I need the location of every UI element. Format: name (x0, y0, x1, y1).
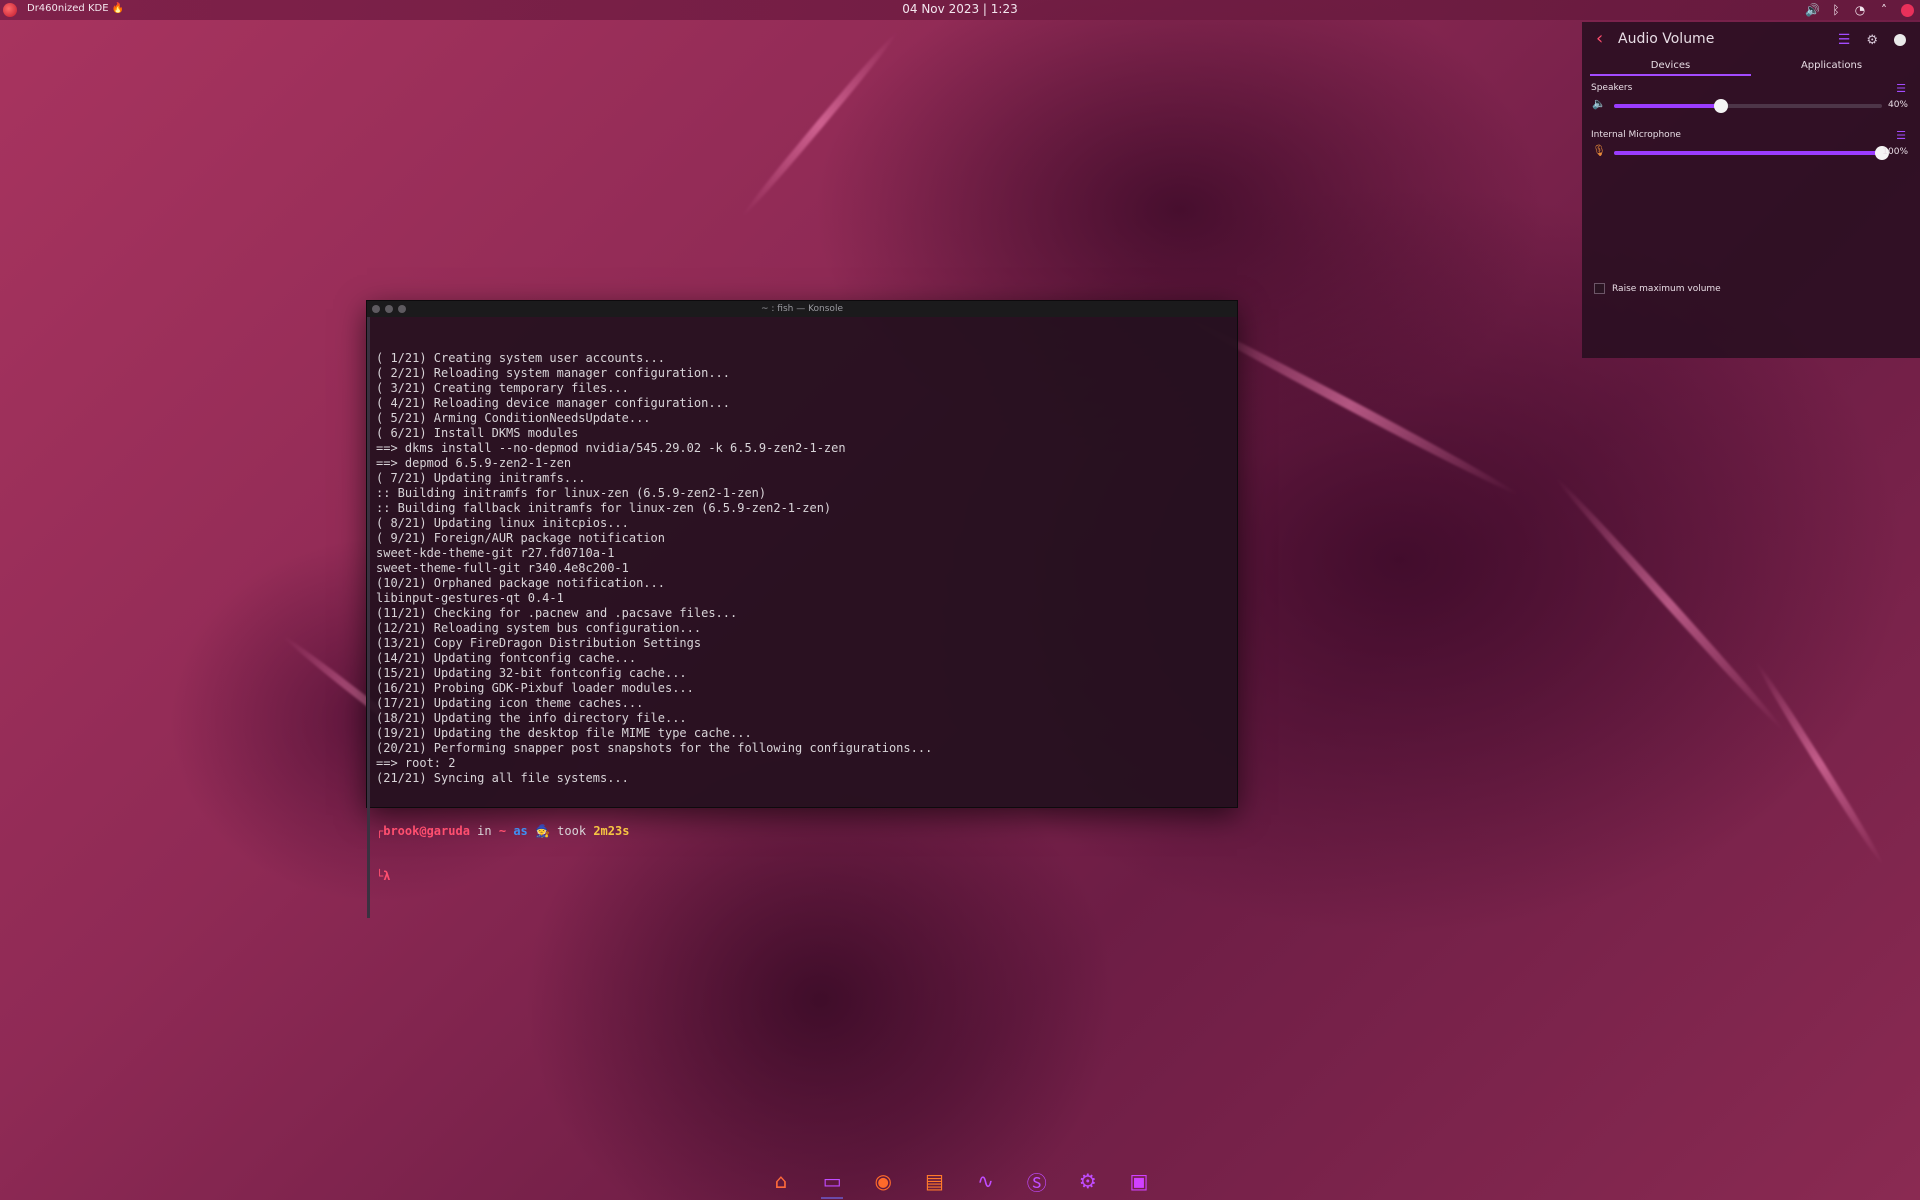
wallpaper-streak (739, 29, 901, 219)
slider-fill (1614, 104, 1722, 108)
system-tray: 🔊 ᛒ ◔ ˄ (1805, 1, 1914, 19)
terminal-line: (10/21) Orphaned package notification... (376, 576, 665, 590)
raise-max-volume-option[interactable]: Raise maximum volume (1594, 283, 1721, 294)
close-window-button[interactable] (372, 305, 380, 313)
settings-icon[interactable]: ⚙ (1073, 1166, 1103, 1196)
terminal-line: (13/21) Copy FireDragon Distribution Set… (376, 636, 702, 650)
microphone-volume-slider[interactable] (1614, 146, 1889, 160)
terminal-line: (20/21) Performing snapper post snapshot… (376, 741, 933, 755)
prompt-input-line[interactable]: └λ (376, 869, 1231, 884)
window-title: ~ : fish — Konsole (761, 304, 843, 314)
shell-prompt: ┌brook@garuda in ~ as 🧙 took 2m23s (376, 824, 630, 838)
speaker-icon[interactable]: 🔈 (1592, 97, 1606, 110)
terminal-line: libinput-gestures-qt 0.4-1 (376, 591, 564, 605)
terminal-line: (14/21) Updating fontconfig cache... (376, 651, 637, 665)
raise-max-volume-label: Raise maximum volume (1612, 283, 1721, 294)
garuda-launcher-icon[interactable]: ⌂ (766, 1166, 796, 1196)
terminal-line: (19/21) Updating the desktop file MIME t… (376, 726, 752, 740)
terminal-line: ( 7/21) Updating initramfs... (376, 471, 586, 485)
device-menu-icon[interactable]: ☰ (1896, 82, 1906, 95)
terminal-line: ==> depmod 6.5.9-zen2-1-zen (376, 456, 572, 470)
wallpaper-streak (1753, 660, 1887, 868)
terminal-line: ( 1/21) Creating system user accounts... (376, 351, 665, 365)
tab-devices[interactable]: Devices (1590, 58, 1751, 76)
terminal-line: ( 4/21) Reloading device manager configu… (376, 396, 731, 410)
prompt-cursor: λ (383, 869, 391, 883)
terminal-line: (18/21) Updating the info directory file… (376, 711, 687, 725)
prompt-took: took (557, 824, 587, 838)
terminal-icon[interactable]: ▭ (817, 1166, 847, 1199)
configure-icon[interactable]: ⚙ (1866, 33, 1878, 48)
maximize-window-button[interactable] (398, 305, 406, 313)
bluetooth-icon[interactable]: ᛒ (1829, 3, 1843, 17)
volume-icon[interactable]: 🔊 (1805, 3, 1820, 17)
files-icon[interactable]: ▤ (919, 1166, 949, 1196)
slider-handle[interactable] (1714, 99, 1729, 113)
terminal-line: ( 8/21) Updating linux initcpios... (376, 516, 629, 530)
terminal-lines: ( 1/21) Creating system user accounts...… (376, 351, 1231, 786)
popup-header-icons: ☰ ⚙ (1838, 32, 1906, 48)
firedragon-icon[interactable]: ◉ (868, 1166, 898, 1196)
microphone-volume-percent: 100% (1882, 147, 1908, 157)
speakers-volume-percent: 40% (1887, 100, 1908, 110)
speakers-volume-slider[interactable] (1614, 99, 1882, 113)
terminal-output[interactable]: ( 1/21) Creating system user accounts...… (367, 317, 1237, 918)
app-s-icon[interactable]: Ⓢ (1022, 1166, 1052, 1196)
system-monitor-icon[interactable]: ∿ (971, 1166, 1001, 1196)
terminal-line: ( 3/21) Creating temporary files... (376, 381, 629, 395)
top-panel: Dr460nized KDE 🔥 04 Nov 2023 | 1:23 🔊 ᛒ … (0, 0, 1920, 20)
network-icon[interactable]: ◔ (1853, 3, 1867, 17)
prompt-duration: 2m23s (593, 824, 630, 838)
device-list-icon[interactable]: ☰ (1838, 32, 1851, 48)
back-arrow-icon[interactable]: ‹ (1596, 28, 1603, 49)
tab-applications[interactable]: Applications (1751, 58, 1912, 76)
device-label-microphone: Internal Microphone (1591, 130, 1681, 140)
pin-icon[interactable] (1894, 34, 1906, 46)
terminal-line: (17/21) Updating icon theme caches... (376, 696, 644, 710)
software-store-icon[interactable]: ▣ (1124, 1166, 1154, 1196)
terminal-line: ( 6/21) Install DKMS modules (376, 426, 579, 440)
prompt-dir: ~ (498, 824, 507, 838)
device-menu-icon[interactable]: ☰ (1896, 129, 1906, 142)
prompt-as: as (513, 824, 528, 838)
terminal-line: ==> dkms install --no-depmod nvidia/545.… (376, 441, 846, 455)
terminal-line: sweet-theme-full-git r340.4e8c200-1 (376, 561, 629, 575)
terminal-line: (12/21) Reloading system bus configurati… (376, 621, 702, 635)
terminal-line: sweet-kde-theme-git r27.fd0710a-1 (376, 546, 615, 560)
slider-fill (1614, 151, 1882, 155)
minimize-window-button[interactable] (385, 305, 393, 313)
terminal-line: ==> root: 2 (376, 756, 456, 770)
expand-icon[interactable]: ˄ (1877, 3, 1891, 17)
audio-volume-popup: ‹ Audio Volume ☰ ⚙ Devices Applications … (1582, 22, 1920, 358)
terminal-line: (15/21) Updating 32-bit fontconfig cache… (376, 666, 687, 680)
device-label-speakers: Speakers (1591, 83, 1633, 93)
clock[interactable]: 04 Nov 2023 | 1:23 (0, 2, 1920, 16)
terminal-line: ( 9/21) Foreign/AUR package notification (376, 531, 665, 545)
terminal-line: (16/21) Probing GDK-Pixbuf loader module… (376, 681, 694, 695)
prompt-user-host: brook@garuda (383, 824, 470, 838)
audio-tabs: Devices Applications (1590, 58, 1912, 76)
terminal-line: (11/21) Checking for .pacnew and .pacsav… (376, 606, 738, 620)
raise-max-volume-checkbox[interactable] (1594, 283, 1605, 294)
terminal-line: ( 2/21) Reloading system manager configu… (376, 366, 731, 380)
popup-title: Audio Volume (1618, 31, 1715, 47)
terminal-line: :: Building fallback initramfs for linux… (376, 501, 832, 515)
terminal-line: (21/21) Syncing all file systems... (376, 771, 629, 785)
terminal-line: ( 5/21) Arming ConditionNeedsUpdate... (376, 411, 651, 425)
konsole-titlebar[interactable]: ~ : fish — Konsole (367, 301, 1237, 317)
notification-icon[interactable] (1901, 3, 1914, 17)
microphone-icon[interactable]: 🎙 (1592, 144, 1606, 157)
prompt-in: in (477, 824, 492, 838)
konsole-window: ~ : fish — Konsole ( 1/21) Creating syst… (367, 301, 1237, 918)
terminal-line: :: Building initramfs for linux-zen (6.5… (376, 486, 767, 500)
dock: ⌂ ▭ ◉ ▤ ∿ Ⓢ ⚙ ▣ (766, 1164, 1154, 1199)
wallpaper-streak (1552, 475, 1788, 734)
